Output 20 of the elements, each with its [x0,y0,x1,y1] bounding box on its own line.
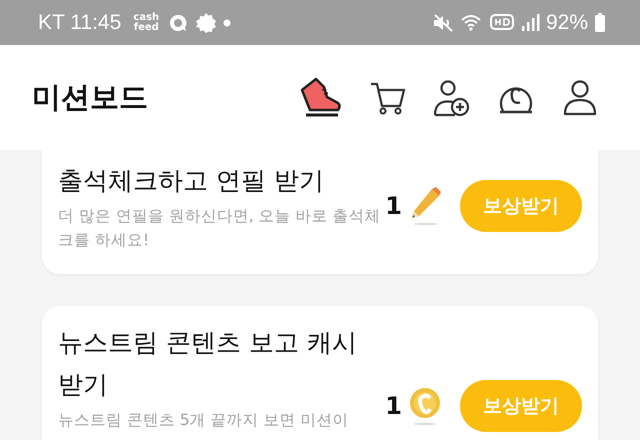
battery-percent: 92% [546,10,588,34]
add-user-icon[interactable] [432,78,472,118]
dot-icon [223,18,232,26]
battery-icon [594,12,606,32]
carrier-time: KT 11:45 [38,10,122,34]
claim-reward-button[interactable]: 보상받기 [460,380,582,432]
notification-text: cash feed [132,12,160,32]
claim-reward-button[interactable]: 보상받기 [460,180,582,232]
reward-amount: 1 [385,392,402,420]
mission-title: 출석체크하고 연필 받기 [58,165,325,197]
mute-icon [432,12,454,32]
mission-description: 뉴스트림 콘텐츠 5개 끝까지 보면 미션이 [58,410,350,431]
coin-icon [408,386,442,426]
page-title: 미션보드 [32,78,149,116]
mission-description: 더 많은 연필을 원하신다면, 오늘 바로 출석체크를 하세요! [58,206,382,251]
signal-icon [520,14,540,32]
mission-title: 뉴스트림 콘텐츠 보고 캐시 받기 [58,327,358,401]
reward-amount: 1 [385,192,402,220]
badge-icon [195,12,218,34]
hd-icon [490,12,514,32]
